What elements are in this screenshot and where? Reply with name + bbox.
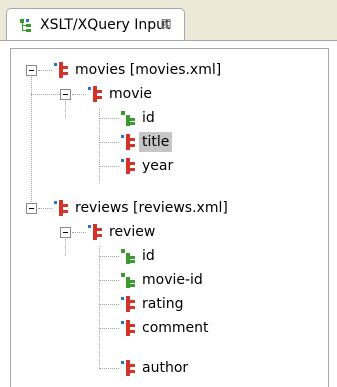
tree-connector [99, 142, 119, 143]
element-icon [88, 86, 102, 102]
tree-item-label: year [142, 158, 174, 174]
tree-connector [72, 94, 86, 95]
xslt-input-view: XSLT/XQuery Input ⊠ movies [movies.xml] [0, 0, 337, 387]
tree-connector [99, 256, 119, 257]
tree-item-id[interactable]: id [11, 245, 328, 269]
close-icon[interactable]: ⊠ [159, 17, 173, 31]
element-icon [88, 224, 102, 240]
tree-item-label: movie [109, 86, 152, 102]
tree-item-rating[interactable]: rating [11, 293, 328, 317]
element-icon [121, 360, 135, 376]
tree-item-author[interactable]: author [11, 357, 328, 381]
tab-strip: XSLT/XQuery Input ⊠ [0, 0, 337, 41]
tree-item-movie[interactable]: movie [11, 83, 328, 107]
tree-item-label: id [142, 248, 155, 264]
tree-item-year[interactable]: year [11, 155, 328, 179]
element-icon [121, 158, 135, 174]
element-icon [121, 320, 135, 336]
collapse-toggle-icon[interactable] [60, 227, 71, 238]
tree-item-label: author [142, 360, 189, 376]
tree-item-reviews[interactable]: reviews [reviews.xml] [11, 197, 328, 221]
tree-connector [99, 304, 119, 305]
tree-view[interactable]: movies [movies.xml] movie id title year … [10, 48, 329, 387]
attribute-icon [121, 111, 135, 126]
tree-item-label: movies [movies.xml] [75, 62, 222, 78]
tree-item-title[interactable]: title [11, 131, 328, 155]
collapse-toggle-icon[interactable] [26, 203, 37, 214]
tree-item-label: review [109, 224, 156, 240]
collapse-toggle-icon[interactable] [60, 89, 71, 100]
attribute-icon [121, 273, 135, 288]
tree-connector [31, 94, 60, 95]
element-icon [54, 200, 68, 216]
element-icon [121, 296, 135, 312]
element-icon [54, 62, 68, 78]
tree-connector [99, 166, 119, 167]
tree-item-movie-id[interactable]: movie-id [11, 269, 328, 293]
tree-connector [99, 368, 119, 369]
tree-item-label: id [142, 110, 155, 126]
tree-connector [38, 70, 52, 71]
tree-item-comment[interactable]: comment [11, 317, 328, 341]
tree-item-label: movie-id [142, 272, 203, 288]
tree-connector [99, 280, 119, 281]
tab-xslt-xquery-input[interactable]: XSLT/XQuery Input ⊠ [6, 8, 185, 40]
tree-item-label: title [139, 132, 173, 152]
tree-item-label: comment [142, 320, 209, 336]
tab-title: XSLT/XQuery Input [40, 17, 171, 33]
collapse-toggle-icon[interactable] [26, 65, 37, 76]
tree-item-label: rating [142, 296, 184, 312]
attribute-icon [121, 249, 135, 264]
tree-item-review[interactable]: review [11, 221, 328, 245]
tree-item-id[interactable]: id [11, 107, 328, 131]
tree-connector [99, 118, 119, 119]
tree-connector [38, 208, 52, 209]
tree-item-movies[interactable]: movies [movies.xml] [11, 59, 328, 83]
element-icon [121, 134, 135, 150]
xml-tree-icon [20, 19, 31, 32]
tree-connector [99, 328, 119, 329]
tree-item-label: reviews [reviews.xml] [75, 200, 228, 216]
tree-connector [72, 232, 86, 233]
